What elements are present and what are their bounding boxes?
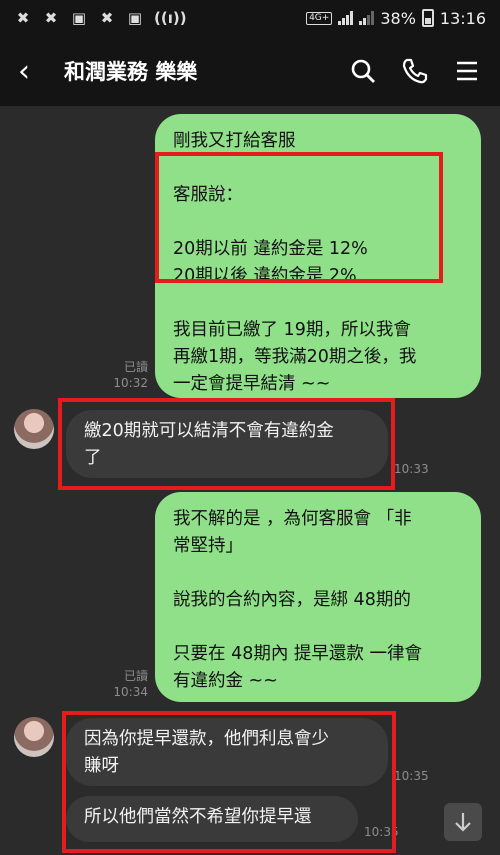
arrow-down-icon bbox=[455, 813, 471, 832]
read-receipt: 已讀 bbox=[123, 360, 148, 374]
highlight-box bbox=[58, 398, 395, 490]
news-icon: ▣ bbox=[127, 9, 143, 27]
battery-percent: 38% bbox=[380, 8, 416, 28]
search-icon[interactable] bbox=[348, 56, 378, 86]
read-receipt: 已讀 bbox=[123, 669, 148, 683]
chat-title: 和潤業務 樂樂 bbox=[64, 60, 198, 84]
signal-strength-icon bbox=[359, 11, 375, 25]
clock: 13:16 bbox=[439, 8, 486, 28]
message-meta: 已讀 10:32 bbox=[108, 359, 148, 391]
network-label: 4G+ bbox=[306, 11, 333, 25]
message-meta: 已讀 10:34 bbox=[108, 668, 148, 700]
scroll-to-bottom-button[interactable] bbox=[444, 803, 482, 841]
signal-strength-icon bbox=[338, 11, 354, 25]
chat-area[interactable]: 剛我又打給客服 客服說： 20期以前 違約金是 12% 20期以後 違約金是 2… bbox=[0, 106, 500, 855]
status-bar: ✖ ✖ ▣ ✖ ▣ ((ı)) 4G+ 38% 13:16 bbox=[0, 0, 500, 36]
highlight-box bbox=[62, 711, 396, 853]
highlight-box bbox=[155, 152, 443, 283]
phone-icon[interactable] bbox=[400, 56, 430, 86]
menu-icon[interactable] bbox=[452, 56, 482, 86]
chat-header: ‹ 和潤業務 樂樂 bbox=[0, 36, 500, 106]
message-time: 10:33 bbox=[394, 462, 429, 476]
signal-wave-icon: ((ı)) bbox=[154, 9, 187, 27]
x-app-icon: ✖ bbox=[16, 9, 30, 27]
x-app-icon: ✖ bbox=[44, 9, 58, 27]
back-arrow-icon[interactable]: ‹ bbox=[18, 54, 54, 89]
battery-icon bbox=[421, 9, 434, 27]
notification-icons: ✖ ✖ ▣ ✖ ▣ ((ı)) bbox=[14, 9, 187, 27]
news-icon: ▣ bbox=[71, 9, 87, 27]
message-time: 10:35 bbox=[394, 769, 429, 783]
outgoing-message[interactable]: 我不解的是 ，為何客服會 「非 常堅持」 說我的合約內容，是綁 48期的 只要在… bbox=[155, 492, 481, 702]
message-time: 10:34 bbox=[113, 685, 148, 699]
x-app-icon: ✖ bbox=[100, 9, 114, 27]
avatar[interactable] bbox=[14, 717, 54, 757]
message-time: 10:32 bbox=[113, 376, 148, 390]
avatar[interactable] bbox=[14, 409, 54, 449]
